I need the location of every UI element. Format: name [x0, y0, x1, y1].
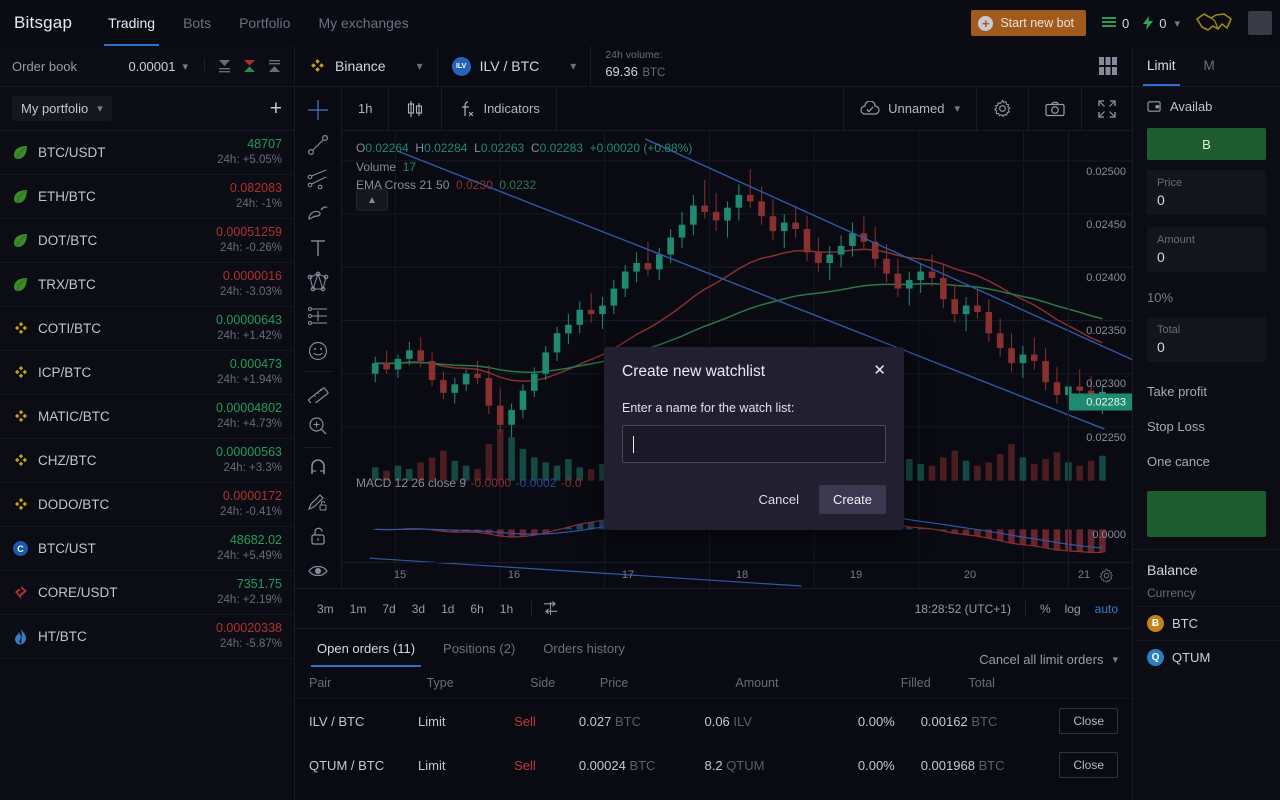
close-icon[interactable]: ✕ — [873, 363, 886, 378]
cancel-button[interactable]: Cancel — [751, 486, 807, 513]
watchlist-name-label: Enter a name for the watch list: — [622, 401, 795, 415]
watchlist-name-input[interactable] — [622, 425, 886, 463]
modal-overlay: Create new watchlist ✕ Enter a name for … — [0, 0, 1280, 800]
dialog-footer: Cancel Create — [622, 485, 886, 514]
app-root: Bitsgap Trading Bots Portfolio My exchan… — [0, 0, 1280, 800]
text-cursor — [633, 435, 634, 453]
create-watchlist-dialog: Create new watchlist ✕ Enter a name for … — [604, 347, 904, 530]
create-button[interactable]: Create — [818, 485, 886, 514]
dialog-title: Create new watchlist — [622, 363, 766, 380]
dialog-header: Create new watchlist ✕ — [622, 363, 886, 381]
